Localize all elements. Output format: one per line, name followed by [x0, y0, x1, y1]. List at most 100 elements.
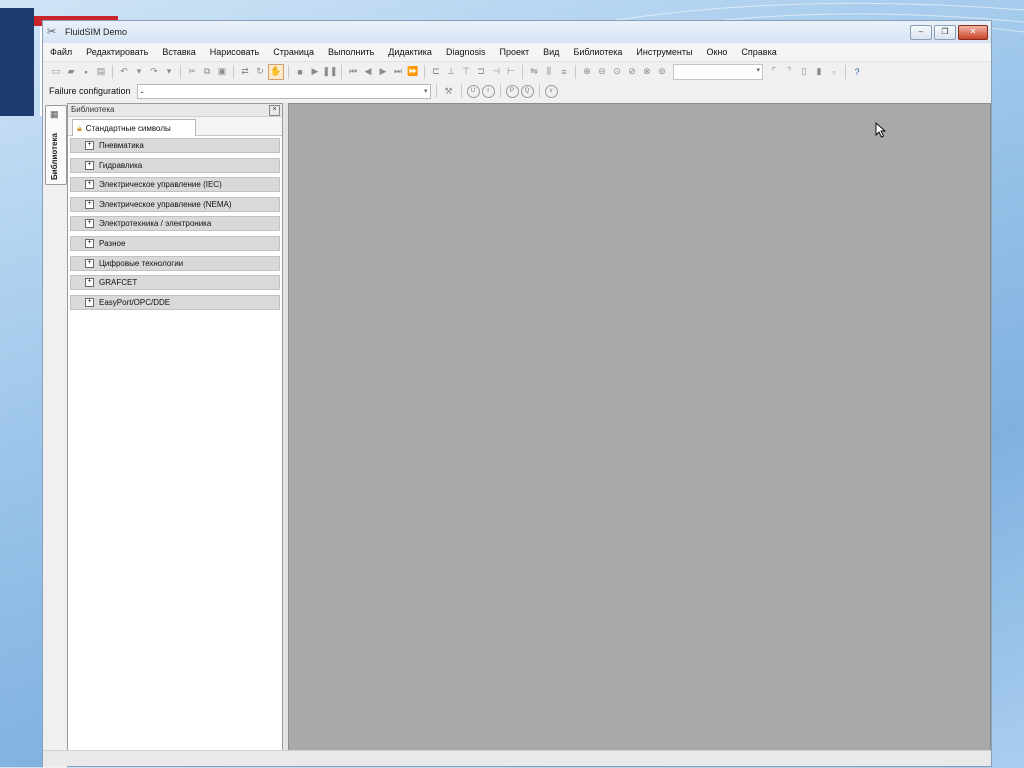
- menu-help[interactable]: Справка: [734, 47, 783, 57]
- library-item-electrical-iec[interactable]: + Электрическое управление (IEC): [70, 177, 280, 193]
- failure-config-combo[interactable]: - ▾: [136, 83, 431, 99]
- zoom-previous-icon[interactable]: ⊗: [640, 65, 654, 79]
- save-icon[interactable]: ▪: [79, 65, 93, 79]
- align-left-icon[interactable]: ⊏: [429, 65, 443, 79]
- menu-window[interactable]: Окно: [700, 47, 735, 57]
- align-bottom-icon[interactable]: ⊢: [504, 65, 518, 79]
- library-item-hydraulics[interactable]: + Гидравлика: [70, 157, 280, 173]
- expand-icon[interactable]: +: [85, 219, 94, 229]
- library-panel-header: Библиотека ×: [68, 104, 282, 117]
- minimize-button[interactable]: –: [910, 25, 932, 40]
- redo-icon[interactable]: ↷: [147, 65, 161, 79]
- library-tab-icon: ▦: [50, 109, 59, 119]
- undo-icon[interactable]: ↶: [117, 65, 131, 79]
- menu-didactics[interactable]: Дидактика: [381, 47, 439, 57]
- library-item-electronics[interactable]: + Электротехника / электроника: [70, 216, 280, 232]
- i-measure-icon[interactable]: I: [481, 84, 495, 98]
- library-panel: Библиотека × 🔒︎ Стандартные символы + Пне…: [67, 103, 283, 751]
- library-side-tab-label: Библиотека: [50, 133, 59, 180]
- u-measure-icon[interactable]: U: [466, 84, 480, 98]
- library-tree: + Пневматика + Гидравлика + Электрическое у…: [68, 136, 282, 310]
- step-forward-icon[interactable]: ▶: [376, 65, 390, 79]
- distribute-h-icon[interactable]: ⫼: [542, 65, 556, 79]
- p-measure-icon[interactable]: P: [505, 84, 519, 98]
- q-measure-icon[interactable]: Q: [520, 84, 534, 98]
- align-middle-icon[interactable]: ⊣: [489, 65, 503, 79]
- paste-icon[interactable]: ▣: [215, 65, 229, 79]
- page-2-icon[interactable]: ▮: [812, 65, 826, 79]
- expand-icon[interactable]: +: [85, 180, 94, 190]
- flip-icon[interactable]: ⇋: [527, 65, 541, 79]
- layout-2-icon[interactable]: ⌝: [782, 65, 796, 79]
- menu-insert[interactable]: Вставка: [155, 47, 202, 57]
- panel-close-icon[interactable]: ×: [269, 105, 280, 116]
- zoom-window-icon[interactable]: ⊘: [625, 65, 639, 79]
- menu-edit[interactable]: Редактировать: [79, 47, 155, 57]
- reset-icon[interactable]: ⏮: [346, 65, 360, 79]
- menu-diagnosis[interactable]: Diagnosis: [439, 47, 493, 57]
- skip-forward-icon[interactable]: ⏭: [391, 65, 405, 79]
- drawing-canvas[interactable]: [288, 103, 991, 751]
- zoom-combo[interactable]: ▾: [673, 63, 763, 80]
- to-end-icon[interactable]: ⏩: [406, 65, 420, 79]
- tab-standard-symbols[interactable]: 🔒︎ Стандартные символы: [72, 119, 196, 136]
- expand-icon[interactable]: +: [85, 278, 94, 288]
- zoom-fit-icon[interactable]: ⊙: [610, 65, 624, 79]
- zoom-in-icon[interactable]: ⊕: [580, 65, 594, 79]
- wrench-icon[interactable]: ⚒: [442, 84, 456, 98]
- library-item-pneumatics[interactable]: + Пневматика: [70, 138, 280, 153]
- menu-view[interactable]: Вид: [536, 47, 566, 57]
- menu-page[interactable]: Страница: [266, 47, 321, 57]
- expand-icon[interactable]: +: [85, 141, 94, 150]
- page-icon[interactable]: ▯: [797, 65, 811, 79]
- rotate-icon[interactable]: ↻: [253, 65, 267, 79]
- mouse-cursor-icon: [875, 122, 887, 138]
- redo-dropdown-icon[interactable]: ▾: [162, 65, 176, 79]
- library-item-digital[interactable]: + Цифровые технологии: [70, 255, 280, 271]
- library-item-grafcet[interactable]: + GRAFCET: [70, 275, 280, 291]
- lock-icon: 🔒︎: [77, 122, 82, 133]
- print-icon[interactable]: ▤: [94, 65, 108, 79]
- copy-icon[interactable]: ⧉: [200, 65, 214, 79]
- zoom-page-icon[interactable]: ⊚: [655, 65, 669, 79]
- undo-dropdown-icon[interactable]: ▾: [132, 65, 146, 79]
- restore-button[interactable]: ❐: [934, 25, 956, 40]
- library-item-electrical-nema[interactable]: + Электрическое управление (NEMA): [70, 196, 280, 212]
- cut-icon[interactable]: ✂: [185, 65, 199, 79]
- pointer-mode-icon[interactable]: ✋: [268, 63, 284, 80]
- align-top-icon[interactable]: ⊤: [459, 65, 473, 79]
- zoom-out-icon[interactable]: ⊖: [595, 65, 609, 79]
- menu-library[interactable]: Библиотека: [566, 47, 629, 57]
- menu-draw[interactable]: Нарисовать: [203, 47, 266, 57]
- menu-file[interactable]: Файл: [43, 47, 79, 57]
- main-toolbar: ▭ ▰ ▪ ▤ ↶ ▾ ↷ ▾ ✂ ⧉ ▣ ⇄ ↻ ✋ ■ ▶ ❚❚ ⏮ ◀ ▶…: [43, 61, 991, 81]
- library-item-misc[interactable]: + Разное: [70, 235, 280, 251]
- v-measure-icon[interactable]: v: [544, 84, 558, 98]
- open-folder-icon[interactable]: ▰: [64, 65, 78, 79]
- align-right-icon[interactable]: ⊐: [474, 65, 488, 79]
- expand-icon[interactable]: +: [85, 258, 94, 268]
- expand-icon[interactable]: +: [85, 199, 94, 209]
- step-back-icon[interactable]: ◀: [361, 65, 375, 79]
- connect-icon[interactable]: ⇄: [238, 65, 252, 79]
- stop-icon[interactable]: ■: [293, 65, 307, 79]
- menu-tools[interactable]: Инструменты: [629, 47, 699, 57]
- library-item-easyport[interactable]: + EasyPort/OPC/DDE: [70, 294, 280, 310]
- library-side-tab[interactable]: ▦ Библиотека: [45, 105, 67, 185]
- menu-execute[interactable]: Выполнить: [321, 47, 381, 57]
- title-bar: ✂ FluidSIM Demo – ❐ ✕: [43, 21, 991, 44]
- distribute-v-icon[interactable]: ≡: [557, 65, 571, 79]
- document-icon[interactable]: ▫: [827, 65, 841, 79]
- close-button[interactable]: ✕: [958, 25, 988, 40]
- expand-icon[interactable]: +: [85, 238, 94, 248]
- play-icon[interactable]: ▶: [308, 65, 322, 79]
- pause-icon[interactable]: ❚❚: [322, 65, 337, 79]
- menu-bar: Файл Редактировать Вставка Нарисовать Ст…: [43, 43, 991, 61]
- new-file-icon[interactable]: ▭: [49, 65, 63, 79]
- layout-icon[interactable]: ⌜: [767, 65, 781, 79]
- expand-icon[interactable]: +: [85, 297, 94, 307]
- expand-icon[interactable]: +: [85, 160, 94, 170]
- align-center-icon[interactable]: ⊥: [444, 65, 458, 79]
- menu-project[interactable]: Проект: [492, 47, 536, 57]
- help-icon[interactable]: ?: [850, 65, 864, 79]
